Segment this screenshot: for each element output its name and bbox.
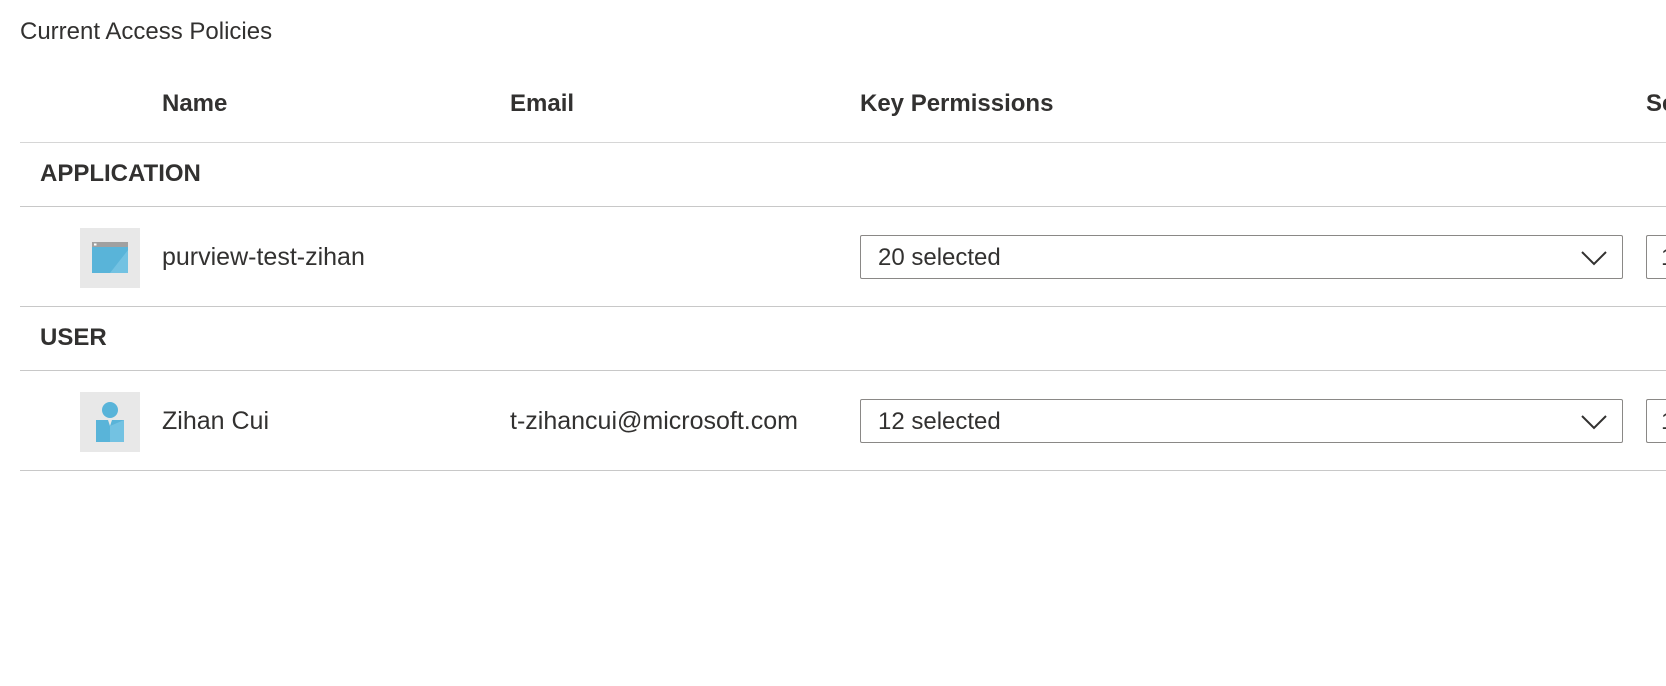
access-policies-table: Name Email Key Permissions Se APPLICATIO… [20,76,1666,471]
principal-name: purview-test-zihan [162,243,365,271]
key-permissions-dropdown[interactable]: 12 selected [860,399,1623,443]
secret-permissions-dropdown[interactable]: 1 [1646,399,1666,443]
column-header-key-permissions[interactable]: Key Permissions [860,90,1053,118]
principal-name: Zihan Cui [162,407,269,435]
group-header-application: APPLICATION [20,143,1666,207]
dropdown-value: 1 [1661,244,1666,272]
column-header-secret-permissions[interactable]: Se [1646,90,1666,118]
application-icon [80,228,140,288]
principal-email: t-zihancui@microsoft.com [510,407,798,435]
column-header-email[interactable]: Email [510,90,574,118]
group-label: APPLICATION [40,160,201,187]
table-row[interactable]: purview-test-zihan 20 selected 1 [20,207,1666,307]
dropdown-value: 20 selected [878,244,1001,271]
chevron-down-icon [1581,251,1607,266]
secret-permissions-dropdown[interactable]: 1 [1646,235,1666,279]
dropdown-value: 12 selected [878,408,1001,435]
table-row[interactable]: Zihan Cui t-zihancui@microsoft.com 12 se… [20,371,1666,471]
dropdown-value: 1 [1661,408,1666,436]
user-icon [80,392,140,452]
chevron-down-icon [1581,415,1607,430]
group-label: USER [40,324,107,351]
key-permissions-dropdown[interactable]: 20 selected [860,235,1623,279]
section-title: Current Access Policies [20,18,273,45]
column-header-name[interactable]: Name [162,90,227,118]
group-header-user: USER [20,307,1666,371]
table-header: Name Email Key Permissions Se [20,76,1666,143]
